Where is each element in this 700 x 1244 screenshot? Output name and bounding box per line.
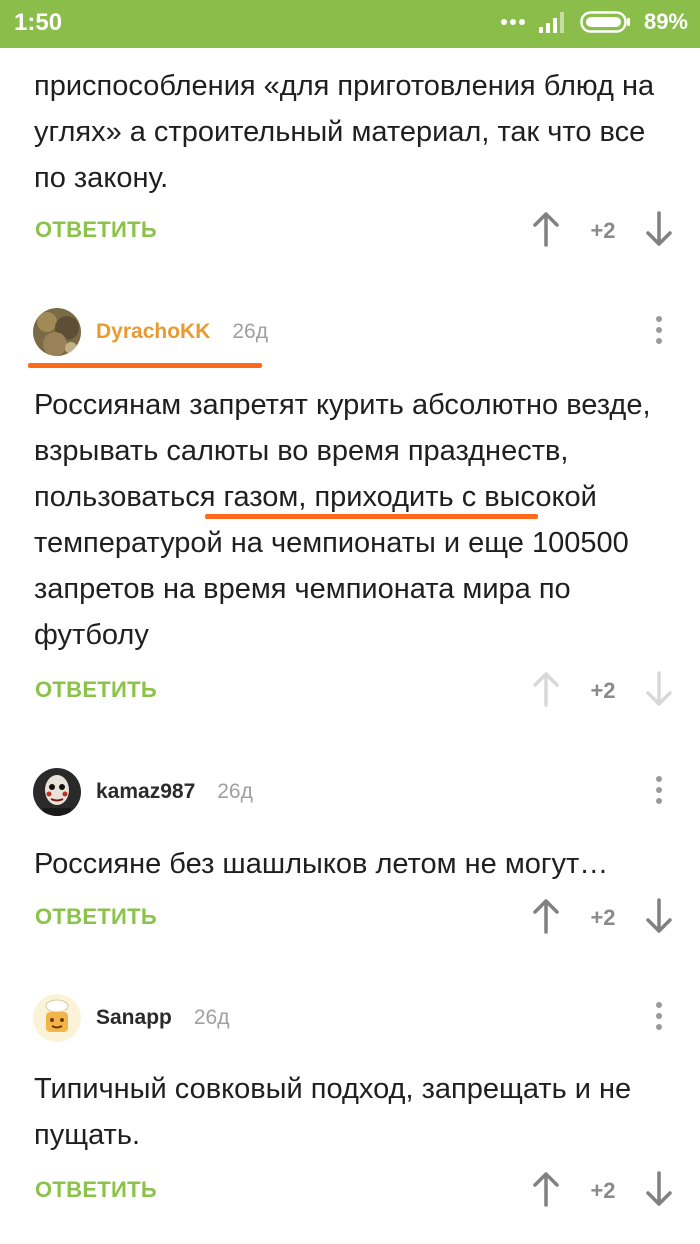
status-icons: 89% bbox=[500, 9, 688, 35]
comment-text: приспособления «для приготовления блюд н… bbox=[34, 70, 655, 194]
upvote-arrow-icon[interactable] bbox=[531, 211, 561, 247]
comment-header: DyrachoKK 26д bbox=[33, 308, 268, 356]
downvote-arrow-icon[interactable] bbox=[644, 1171, 674, 1207]
battery-icon bbox=[580, 10, 632, 34]
notification-dots-icon bbox=[500, 17, 526, 27]
comment-text: Типичный совковый подход, запрещать и не… bbox=[34, 1073, 632, 1151]
downvote-arrow-icon[interactable] bbox=[644, 671, 674, 707]
more-options-icon[interactable] bbox=[650, 1002, 668, 1036]
annotation-underline bbox=[205, 514, 538, 519]
rating-value: +2 bbox=[590, 678, 616, 703]
comment-header: Sanapp 26д bbox=[33, 994, 229, 1042]
avatar[interactable] bbox=[33, 308, 81, 356]
comment-header: kamaz987 26д bbox=[33, 768, 253, 816]
rating-value: +2 bbox=[590, 218, 616, 243]
comment-age: 26д bbox=[232, 320, 268, 343]
annotation-underline bbox=[28, 363, 262, 368]
reply-button[interactable]: ОТВЕТИТЬ bbox=[35, 217, 157, 243]
battery-percent: 89% bbox=[643, 9, 688, 34]
avatar[interactable] bbox=[33, 768, 81, 816]
upvote-arrow-icon[interactable] bbox=[531, 1171, 561, 1207]
comment-text-part: Россиянам запретят курить абсолютно везд… bbox=[34, 389, 651, 467]
comment-text: Россиянам запретят курить абсолютно везд… bbox=[34, 382, 674, 658]
username[interactable]: kamaz987 bbox=[96, 780, 195, 804]
signal-icon bbox=[538, 10, 568, 34]
reply-button[interactable]: ОТВЕТИТЬ bbox=[35, 904, 157, 930]
username[interactable]: Sanapp bbox=[96, 1006, 172, 1030]
upvote-arrow-icon[interactable] bbox=[531, 898, 561, 934]
status-time: 1:50 bbox=[14, 9, 63, 36]
downvote-arrow-icon[interactable] bbox=[644, 211, 674, 247]
more-options-icon[interactable] bbox=[650, 776, 668, 810]
downvote-arrow-icon[interactable] bbox=[644, 898, 674, 934]
rating-value: +2 bbox=[590, 1178, 616, 1203]
rating-value: +2 bbox=[590, 905, 616, 930]
comment-text-highlighted: пользоваться газом bbox=[34, 481, 299, 513]
reply-button[interactable]: ОТВЕТИТЬ bbox=[35, 677, 157, 703]
reply-button[interactable]: ОТВЕТИТЬ bbox=[35, 1177, 157, 1203]
username[interactable]: DyrachoKK bbox=[96, 320, 210, 344]
avatar[interactable] bbox=[33, 994, 81, 1042]
comment-text: Россияне без шашлыков летом не могут… bbox=[34, 848, 609, 880]
more-options-icon[interactable] bbox=[650, 316, 668, 350]
upvote-arrow-icon[interactable] bbox=[531, 671, 561, 707]
comment-age: 26д bbox=[193, 1006, 230, 1029]
status-bar: 1:50 89% bbox=[0, 0, 700, 48]
comment-age: 26д bbox=[217, 780, 253, 803]
